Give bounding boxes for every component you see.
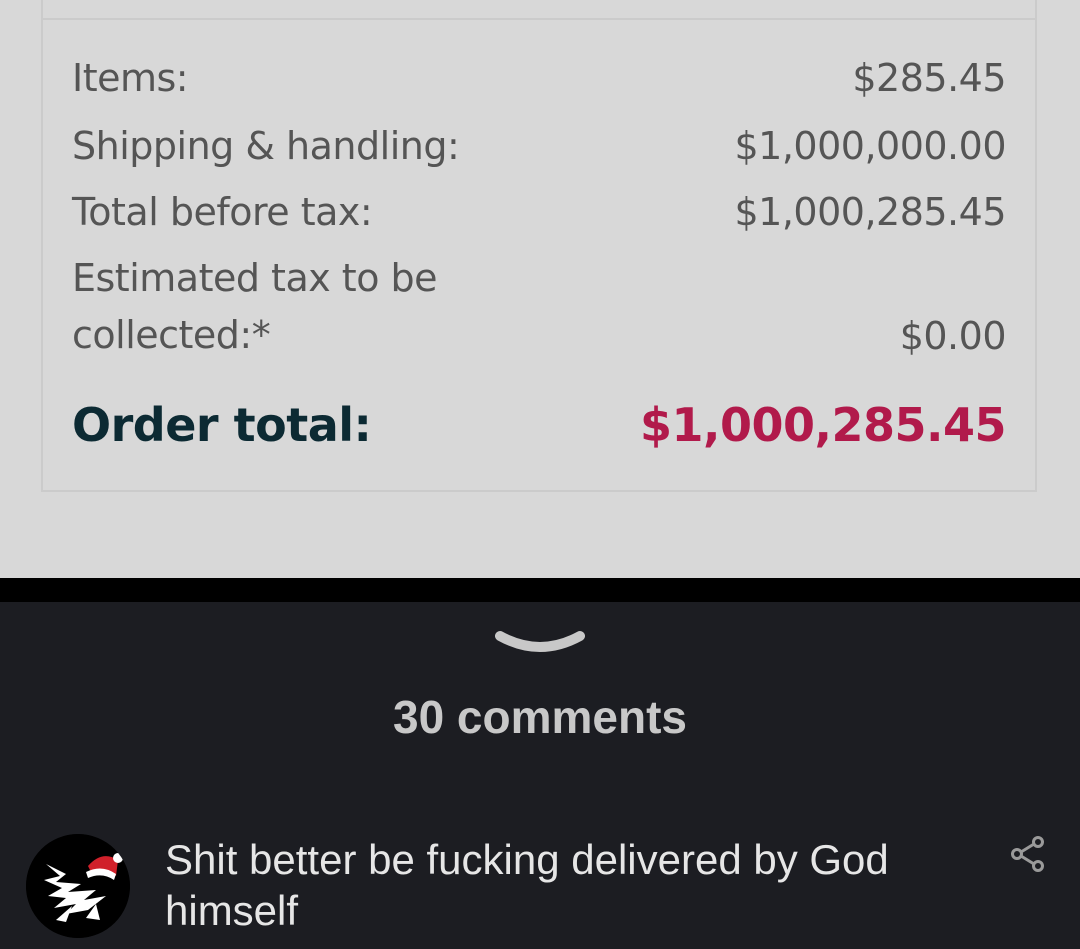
before-tax-label: Total before tax:	[72, 190, 373, 234]
items-value: $285.45	[852, 56, 1006, 100]
tax-value: $0.00	[899, 314, 1007, 358]
shipping-value: $1,000,000.00	[734, 124, 1006, 168]
before-tax-value: $1,000,285.45	[734, 190, 1006, 234]
divider	[43, 18, 1035, 20]
comments-section: 30 comments Shit better be fucking deliv…	[0, 602, 1080, 949]
comment-text: Shit better be fucking delivered by God …	[165, 836, 889, 934]
image-bottom-band	[0, 578, 1080, 602]
order-total-value: $1,000,285.45	[640, 398, 1007, 452]
items-label: Items:	[72, 56, 189, 100]
tax-label-line1: Estimated tax to be	[72, 256, 438, 300]
tax-label-line2: collected:*	[72, 313, 271, 357]
shipping-label: Shipping & handling:	[72, 124, 460, 168]
share-icon[interactable]	[1010, 836, 1046, 872]
order-total-label: Order total:	[72, 398, 372, 452]
comments-count: 30 comments	[392, 691, 687, 743]
chevron-down-icon[interactable]	[494, 628, 586, 664]
order-summary-screenshot: Items: $285.45 Shipping & handling: $1,0…	[0, 0, 1080, 578]
tax-label: Estimated tax to be collected:*	[72, 250, 438, 364]
tax-row: Estimated tax to be collected:* $0.00	[72, 250, 1007, 370]
user-avatar-icon[interactable]	[26, 834, 130, 938]
